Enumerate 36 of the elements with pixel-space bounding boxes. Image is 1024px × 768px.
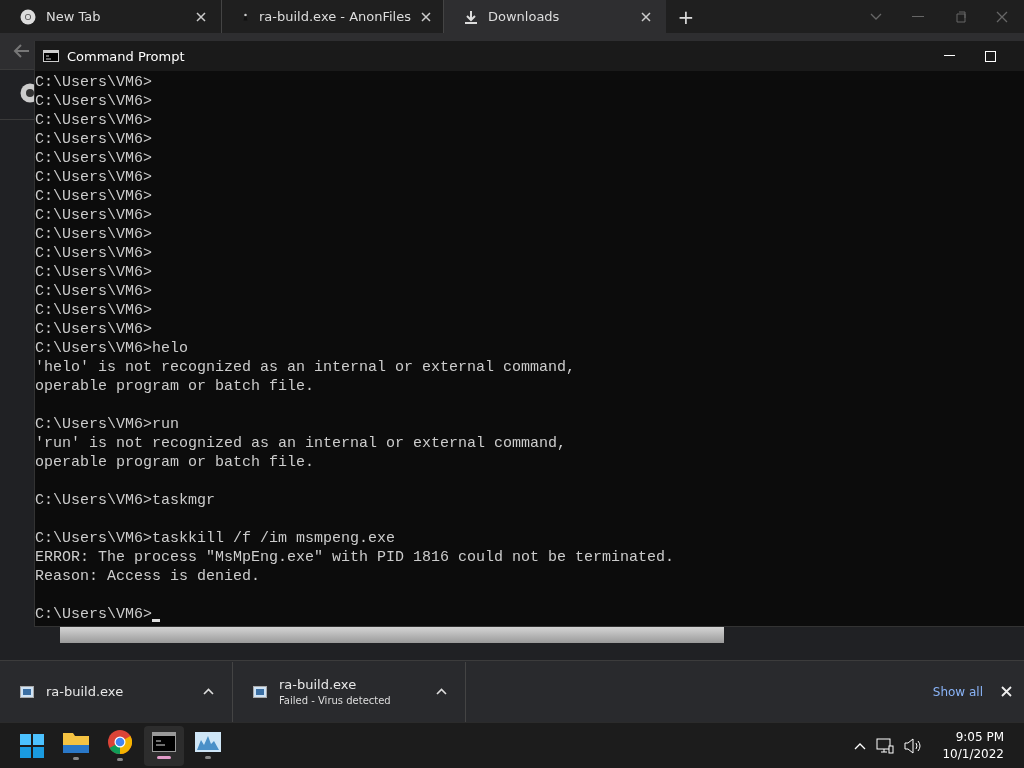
console-line: ERROR: The process "MsMpEng.exe" with PID 1816 could not be terminated.: [35, 549, 675, 566]
clock-date: 10/1/2022: [942, 745, 1004, 763]
console-line: 'helo' is not recognized as an internal or external command,: [35, 359, 576, 376]
console-line: 'run' is not recognized as an internal or external command,: [35, 435, 567, 452]
download-item[interactable]: ra-build.exe: [0, 661, 233, 722]
console-line: C:\Users\VM6>: [35, 245, 153, 262]
console-line: C:\Users\VM6>: [35, 93, 153, 110]
console-line: C:\Users\VM6>taskmgr: [35, 492, 216, 509]
console-line: C:\Users\VM6>: [35, 321, 153, 338]
console-line: C:\Users\VM6>: [35, 169, 153, 186]
console-line: C:\Users\VM6>taskkill /f /im msmpeng.exe: [35, 530, 396, 547]
console-line: C:\Users\VM6>: [35, 606, 153, 623]
file-name: ra-build.exe: [279, 677, 358, 692]
show-all-button[interactable]: Show all: [928, 680, 987, 703]
console-line: operable program or batch file.: [35, 454, 315, 471]
console-line: C:\Users\VM6>run: [35, 416, 180, 433]
file-name: ra-build.exe: [46, 684, 125, 699]
console-line: C:\Users\VM6>: [35, 112, 153, 129]
console-line: C:\Users\VM6>: [35, 131, 153, 148]
download-status: Failed - Virus detected: [279, 695, 392, 706]
console-line: C:\Users\VM6>: [35, 283, 153, 300]
console-line: C:\Users\VM6>: [35, 226, 153, 243]
console-line: C:\Users\VM6>: [35, 207, 153, 224]
console-line: Reason: Access is denied.: [35, 568, 261, 585]
download-item[interactable]: ra-build.exe Failed - Virus detected: [233, 661, 466, 722]
browser-tab[interactable]: Downloads: [444, 0, 666, 33]
console-line: C:\Users\VM6>: [35, 150, 153, 167]
console-line: C:\Users\VM6>helo: [35, 340, 189, 357]
window-title: Command Prompt: [67, 48, 186, 64]
new-tab-button[interactable]: +: [674, 4, 698, 29]
console-line: C:\Users\VM6>: [35, 302, 153, 319]
console-line: C:\Users\VM6>: [35, 74, 153, 91]
console-line: C:\Users\VM6>: [35, 264, 153, 281]
console-line: C:\Users\VM6>: [35, 188, 153, 205]
console-line: operable program or batch file.: [35, 378, 315, 395]
clock-time: 9:05 PM: [955, 728, 1004, 746]
